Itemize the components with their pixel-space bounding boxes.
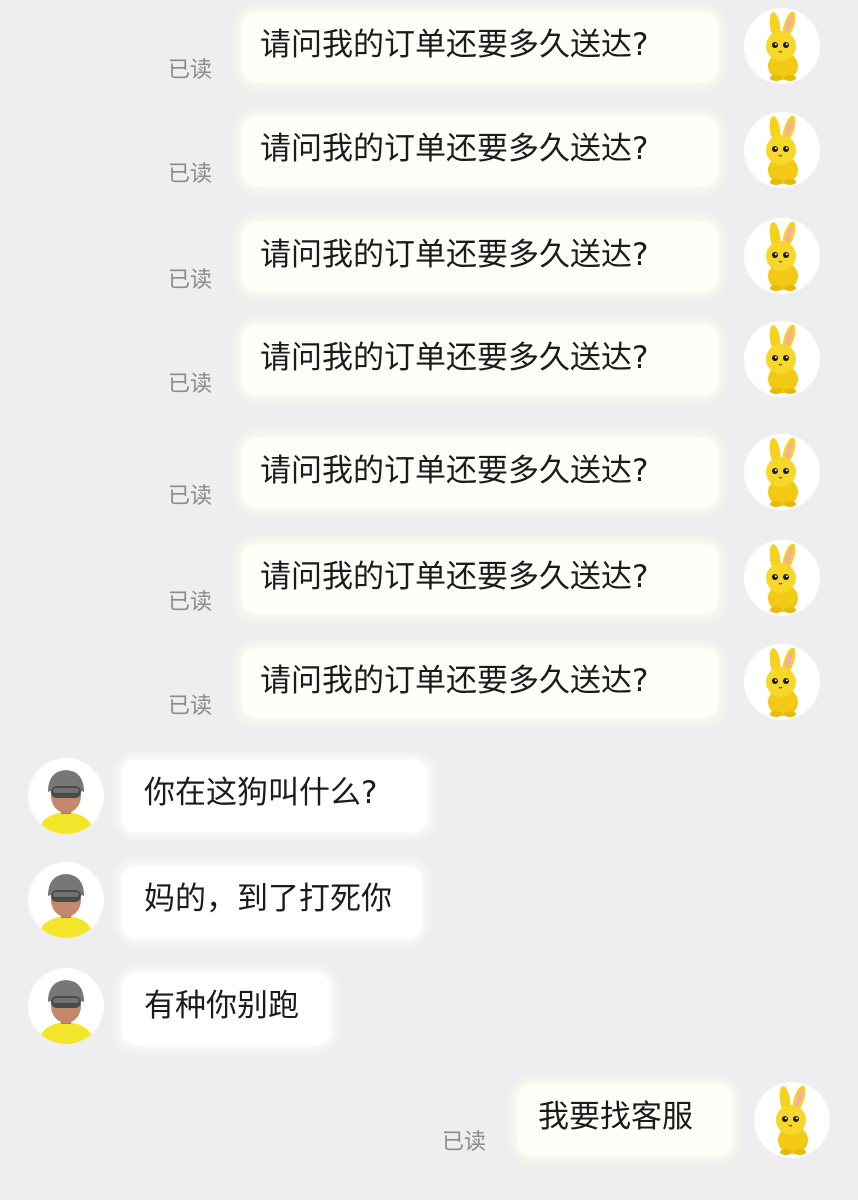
message-row-outgoing: 已读 我要找客服	[0, 0, 858, 1200]
read-status: 已读	[442, 1130, 487, 1155]
message-bubble[interactable]: 我要找客服	[518, 1084, 732, 1156]
bunny-icon[interactable]	[754, 1082, 830, 1158]
chat-thread: 已读 请问我的订单还要多久送达? 已读 请问我的订单还要多久送达? 已读 请问我…	[0, 0, 858, 1200]
